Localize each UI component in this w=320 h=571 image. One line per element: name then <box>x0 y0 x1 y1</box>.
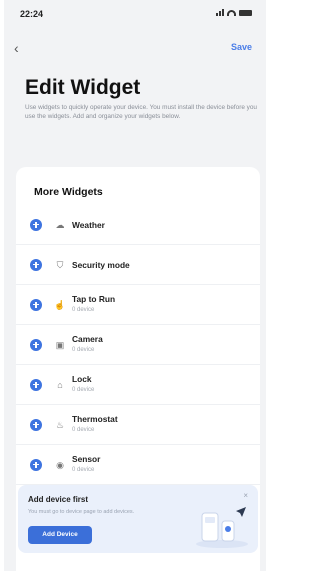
section-title: More Widgets <box>34 186 103 198</box>
thermometer-icon: ♨ <box>55 419 65 430</box>
add-device-button[interactable]: Add Device <box>28 526 92 544</box>
widget-device-count: 0 device <box>72 467 95 473</box>
widget-row: ⛉ Security mode <box>16 245 260 285</box>
widget-device-count: 0 device <box>72 427 95 433</box>
battery-icon <box>239 9 252 16</box>
sensor-icon: ◉ <box>56 459 64 470</box>
add-circle-icon[interactable] <box>30 258 42 271</box>
status-bar: 22:24 <box>4 0 266 30</box>
save-button[interactable]: Save <box>231 42 252 52</box>
widget-name: Thermostat <box>72 414 118 424</box>
status-icons <box>216 9 252 16</box>
widget-row: ☝ Tap to Run 0 device <box>16 285 260 325</box>
tap-icon: ☝ <box>54 299 66 310</box>
camera-icon: ▣ <box>55 339 65 350</box>
devices-illustration <box>196 507 248 548</box>
cloud-icon: ☁ <box>55 219 65 230</box>
add-circle-icon[interactable] <box>30 338 42 351</box>
add-circle-icon[interactable] <box>30 458 42 471</box>
widget-name: Sensor <box>72 454 101 464</box>
widget-row: ♨ Thermostat 0 device <box>16 405 260 445</box>
wifi-icon <box>227 9 236 16</box>
lock-icon: ⌂ <box>57 379 63 390</box>
widget-name: Weather <box>72 219 105 230</box>
add-circle-icon[interactable] <box>30 418 42 431</box>
widgets-card: More Widgets ☁ Weather ⛉ Security mode ☝ Tap … <box>16 167 260 571</box>
add-circle-icon[interactable] <box>30 218 42 231</box>
widget-name: Security mode <box>72 259 130 270</box>
back-icon[interactable]: ‹ <box>14 41 19 55</box>
nav-bar: ‹ Save <box>4 38 266 60</box>
status-time: 22:24 <box>20 9 44 19</box>
widget-name: Lock <box>72 374 92 384</box>
widget-device-count: 0 device <box>72 307 95 313</box>
widget-row: ◉ Sensor 0 device <box>16 445 260 485</box>
signal-icon <box>216 9 224 16</box>
widget-name: Camera <box>72 334 103 344</box>
widget-device-count: 0 device <box>72 387 95 393</box>
add-circle-icon[interactable] <box>30 298 42 311</box>
widget-name: Tap to Run <box>72 294 116 304</box>
add-device-banner: Add device first You must go to device p… <box>18 485 258 553</box>
page-description: Use widgets to quickly operate your devi… <box>25 104 257 120</box>
widget-row: ⌂ Lock 0 device <box>16 365 260 405</box>
widget-device-count: 0 device <box>72 347 95 353</box>
widget-row: ☁ Weather <box>16 205 260 245</box>
add-circle-icon[interactable] <box>30 378 42 391</box>
shield-icon: ⛉ <box>56 259 64 270</box>
widget-list: ☁ Weather ⛉ Security mode ☝ Tap to Run 0 devic… <box>16 205 260 485</box>
banner-title: Add device first <box>28 495 89 504</box>
banner-description: You must go to device page to add device… <box>28 509 135 515</box>
phone-screen: 22:24 ‹ Save Edit Widget Use widgets to … <box>4 0 266 571</box>
widget-row: ▣ Camera 0 device <box>16 325 260 365</box>
page-title: Edit Widget <box>25 76 141 99</box>
